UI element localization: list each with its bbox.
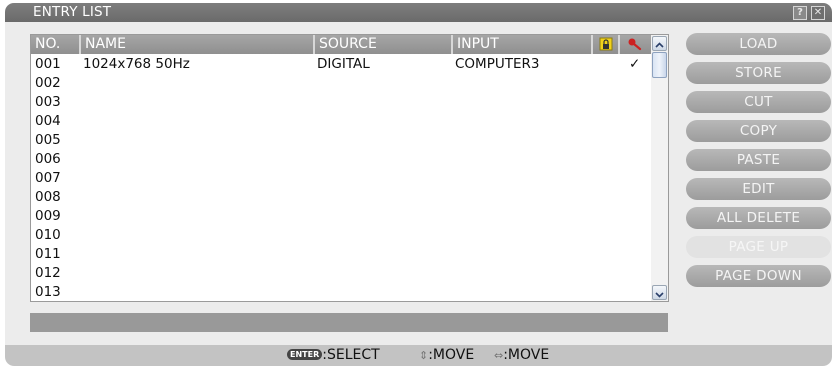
- entry-number: 011: [35, 246, 61, 262]
- store-button[interactable]: STORE: [686, 62, 831, 84]
- entry-source: DIGITAL: [317, 56, 370, 72]
- hint-move-vertical-label: :MOVE: [428, 347, 475, 363]
- chevron-down-icon: [655, 292, 664, 298]
- column-header-no[interactable]: NO.: [31, 35, 79, 54]
- table-row[interactable]: 006: [31, 150, 651, 169]
- hint-move-horizontal-label: :MOVE: [503, 347, 550, 363]
- copy-button[interactable]: COPY: [686, 120, 831, 142]
- entry-number: 006: [35, 151, 61, 167]
- table-row[interactable]: 002: [31, 74, 651, 93]
- table-row[interactable]: 008: [31, 188, 651, 207]
- table-row[interactable]: 011: [31, 245, 651, 264]
- hint-move-vertical: ⇕:MOVE: [419, 347, 474, 363]
- up-down-arrow-icon: ⇕: [419, 349, 429, 362]
- entry-number: 010: [35, 227, 61, 243]
- vertical-scrollbar[interactable]: [651, 35, 668, 301]
- entry-number: 004: [35, 113, 61, 129]
- table-row[interactable]: 001 1024x768 50Hz DIGITAL COMPUTER3 ✓: [31, 55, 651, 74]
- table-row[interactable]: 007: [31, 169, 651, 188]
- scroll-thumb[interactable]: [652, 52, 667, 78]
- entry-list[interactable]: NO. NAME SOURCE INPUT 001 1024x768 50Hz DI…: [30, 34, 669, 302]
- entry-list-window: ENTRY LIST ? ✕ NO. NAME SOURCE INPUT 001…: [5, 3, 832, 366]
- column-header-lock[interactable]: [591, 35, 618, 54]
- entry-number: 008: [35, 189, 61, 205]
- table-row[interactable]: 012: [31, 264, 651, 283]
- table-row[interactable]: 013: [31, 283, 651, 302]
- column-header-input[interactable]: INPUT: [451, 35, 591, 54]
- table-row[interactable]: 009: [31, 207, 651, 226]
- scroll-down-button[interactable]: [652, 285, 667, 300]
- adjust-icon: [628, 38, 642, 51]
- entry-input: COMPUTER3: [455, 56, 540, 72]
- all-delete-button[interactable]: ALL DELETE: [686, 207, 831, 229]
- edit-button[interactable]: EDIT: [686, 178, 831, 200]
- page-up-button: PAGE UP: [686, 236, 831, 258]
- entry-number: 005: [35, 132, 61, 148]
- close-icon[interactable]: ✕: [811, 6, 825, 20]
- entry-number: 007: [35, 170, 61, 186]
- paste-button[interactable]: PASTE: [686, 149, 831, 171]
- entry-check: ✓: [629, 56, 641, 72]
- title-bar: ENTRY LIST ? ✕: [5, 3, 832, 22]
- lock-icon: [599, 37, 613, 51]
- scroll-up-button[interactable]: [652, 36, 667, 51]
- column-header-name[interactable]: NAME: [79, 35, 313, 54]
- column-header-adjust[interactable]: [618, 35, 651, 54]
- column-header-source[interactable]: SOURCE: [313, 35, 451, 54]
- entry-number: 009: [35, 208, 61, 224]
- hint-select-label: :SELECT: [322, 347, 380, 363]
- table-row[interactable]: 005: [31, 131, 651, 150]
- table-row[interactable]: 003: [31, 93, 651, 112]
- cut-button[interactable]: CUT: [686, 91, 831, 113]
- hint-move-horizontal: ⇔:MOVE: [494, 347, 549, 363]
- left-right-arrow-icon: ⇔: [494, 349, 504, 362]
- page-down-button[interactable]: PAGE DOWN: [686, 265, 831, 287]
- table-row[interactable]: 010: [31, 226, 651, 245]
- status-bar: [30, 313, 668, 332]
- help-icon[interactable]: ?: [793, 6, 807, 20]
- entry-name: 1024x768 50Hz: [83, 56, 190, 72]
- entry-number: 003: [35, 94, 61, 110]
- enter-key-icon: ENTER: [287, 349, 323, 360]
- load-button[interactable]: LOAD: [686, 33, 831, 55]
- footer-hints: ENTER:SELECT ⇕:MOVE ⇔:MOVE: [5, 345, 832, 366]
- entry-number: 012: [35, 265, 61, 281]
- window-title: ENTRY LIST: [33, 4, 112, 20]
- table-row[interactable]: 004: [31, 112, 651, 131]
- table-header: NO. NAME SOURCE INPUT: [31, 35, 651, 54]
- entry-number: 013: [35, 284, 61, 300]
- entry-number: 001: [35, 56, 61, 72]
- chevron-up-icon: [655, 42, 664, 48]
- entry-number: 002: [35, 75, 61, 91]
- hint-select: ENTER:SELECT: [287, 347, 380, 363]
